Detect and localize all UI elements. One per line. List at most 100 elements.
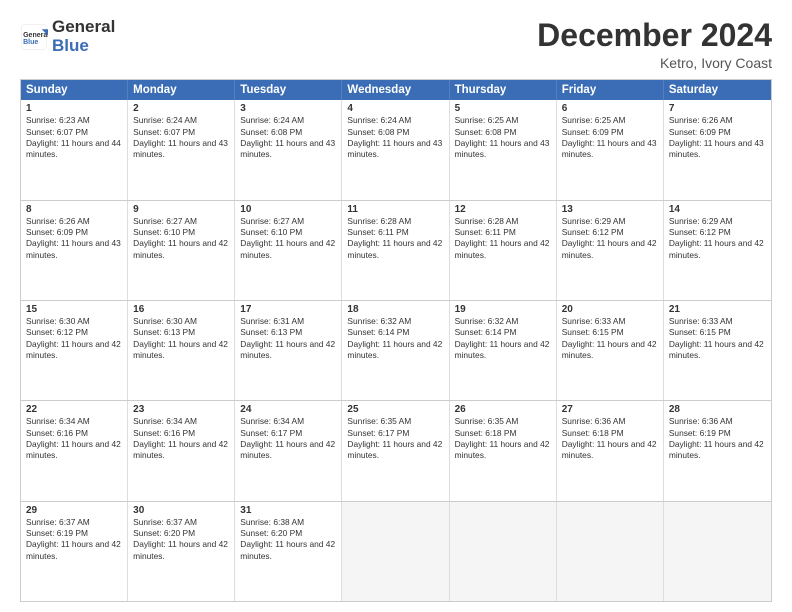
calendar-day: 14Sunrise: 6:29 AMSunset: 6:12 PMDayligh… — [664, 201, 771, 300]
day-info: Sunrise: 6:31 AMSunset: 6:13 PMDaylight:… — [240, 316, 336, 361]
day-number: 16 — [133, 304, 229, 315]
logo: General Blue General Blue — [20, 18, 115, 55]
svg-text:General: General — [23, 32, 48, 39]
day-info: Sunrise: 6:24 AMSunset: 6:08 PMDaylight:… — [240, 115, 336, 160]
calendar-day: 8Sunrise: 6:26 AMSunset: 6:09 PMDaylight… — [21, 201, 128, 300]
calendar-day-empty — [557, 502, 664, 601]
day-number: 4 — [347, 103, 443, 114]
day-number: 15 — [26, 304, 122, 315]
day-info: Sunrise: 6:24 AMSunset: 6:07 PMDaylight:… — [133, 115, 229, 160]
day-info: Sunrise: 6:29 AMSunset: 6:12 PMDaylight:… — [562, 216, 658, 261]
calendar-day: 29Sunrise: 6:37 AMSunset: 6:19 PMDayligh… — [21, 502, 128, 601]
day-info: Sunrise: 6:29 AMSunset: 6:12 PMDaylight:… — [669, 216, 766, 261]
day-number: 21 — [669, 304, 766, 315]
day-info: Sunrise: 6:30 AMSunset: 6:13 PMDaylight:… — [133, 316, 229, 361]
day-number: 1 — [26, 103, 122, 114]
day-number: 17 — [240, 304, 336, 315]
calendar-day: 30Sunrise: 6:37 AMSunset: 6:20 PMDayligh… — [128, 502, 235, 601]
day-number: 20 — [562, 304, 658, 315]
day-info: Sunrise: 6:25 AMSunset: 6:08 PMDaylight:… — [455, 115, 551, 160]
calendar-header-cell: Thursday — [450, 80, 557, 100]
calendar-day-empty — [342, 502, 449, 601]
day-number: 24 — [240, 404, 336, 415]
day-info: Sunrise: 6:26 AMSunset: 6:09 PMDaylight:… — [669, 115, 766, 160]
day-info: Sunrise: 6:33 AMSunset: 6:15 PMDaylight:… — [669, 316, 766, 361]
day-info: Sunrise: 6:36 AMSunset: 6:18 PMDaylight:… — [562, 416, 658, 461]
svg-text:Blue: Blue — [23, 39, 38, 46]
calendar-day: 11Sunrise: 6:28 AMSunset: 6:11 PMDayligh… — [342, 201, 449, 300]
calendar-day: 21Sunrise: 6:33 AMSunset: 6:15 PMDayligh… — [664, 301, 771, 400]
calendar-day: 25Sunrise: 6:35 AMSunset: 6:17 PMDayligh… — [342, 401, 449, 500]
day-info: Sunrise: 6:36 AMSunset: 6:19 PMDaylight:… — [669, 416, 766, 461]
page: General Blue General Blue December 2024 … — [0, 0, 792, 612]
day-number: 6 — [562, 103, 658, 114]
day-info: Sunrise: 6:28 AMSunset: 6:11 PMDaylight:… — [347, 216, 443, 261]
day-number: 27 — [562, 404, 658, 415]
calendar-day: 4Sunrise: 6:24 AMSunset: 6:08 PMDaylight… — [342, 100, 449, 199]
calendar-header-cell: Saturday — [664, 80, 771, 100]
day-number: 10 — [240, 204, 336, 215]
day-number: 18 — [347, 304, 443, 315]
main-title: December 2024 — [537, 18, 772, 53]
calendar-header-cell: Tuesday — [235, 80, 342, 100]
calendar-week: 8Sunrise: 6:26 AMSunset: 6:09 PMDaylight… — [21, 200, 771, 300]
day-info: Sunrise: 6:28 AMSunset: 6:11 PMDaylight:… — [455, 216, 551, 261]
calendar-body: 1Sunrise: 6:23 AMSunset: 6:07 PMDaylight… — [21, 100, 771, 601]
calendar-header-cell: Friday — [557, 80, 664, 100]
day-info: Sunrise: 6:32 AMSunset: 6:14 PMDaylight:… — [455, 316, 551, 361]
calendar-day: 7Sunrise: 6:26 AMSunset: 6:09 PMDaylight… — [664, 100, 771, 199]
day-number: 14 — [669, 204, 766, 215]
day-info: Sunrise: 6:34 AMSunset: 6:17 PMDaylight:… — [240, 416, 336, 461]
calendar-week: 22 Sunrise: 6:34 AMSunset: 6:16 PMDayligh… — [21, 400, 771, 500]
calendar-day: 26Sunrise: 6:35 AMSunset: 6:18 PMDayligh… — [450, 401, 557, 500]
day-number: 9 — [133, 204, 229, 215]
calendar-day: 27Sunrise: 6:36 AMSunset: 6:18 PMDayligh… — [557, 401, 664, 500]
subtitle: Ketro, Ivory Coast — [537, 55, 772, 71]
day-info: Sunrise: 6:26 AMSunset: 6:09 PMDaylight:… — [26, 216, 122, 261]
day-number: 8 — [26, 204, 122, 215]
day-info: Sunrise: 6:27 AMSunset: 6:10 PMDaylight:… — [240, 216, 336, 261]
day-number: 23 — [133, 404, 229, 415]
calendar-day: 5Sunrise: 6:25 AMSunset: 6:08 PMDaylight… — [450, 100, 557, 199]
day-info: Sunrise: 6:38 AMSunset: 6:20 PMDaylight:… — [240, 517, 336, 562]
calendar-header-cell: Sunday — [21, 80, 128, 100]
calendar-week: 29Sunrise: 6:37 AMSunset: 6:19 PMDayligh… — [21, 501, 771, 601]
calendar-day: 17Sunrise: 6:31 AMSunset: 6:13 PMDayligh… — [235, 301, 342, 400]
day-info: Sunrise: 6:23 AMSunset: 6:07 PMDaylight:… — [26, 115, 122, 160]
day-info: Sunrise: 6:32 AMSunset: 6:14 PMDaylight:… — [347, 316, 443, 361]
day-number: 13 — [562, 204, 658, 215]
calendar-day-empty — [450, 502, 557, 601]
calendar-day: 20Sunrise: 6:33 AMSunset: 6:15 PMDayligh… — [557, 301, 664, 400]
day-number: 22 — [26, 404, 122, 415]
day-number: 29 — [26, 505, 122, 516]
calendar-week: 15Sunrise: 6:30 AMSunset: 6:12 PMDayligh… — [21, 300, 771, 400]
calendar-day: 9Sunrise: 6:27 AMSunset: 6:10 PMDaylight… — [128, 201, 235, 300]
day-info: Sunrise: 6:27 AMSunset: 6:10 PMDaylight:… — [133, 216, 229, 261]
calendar-header: SundayMondayTuesdayWednesdayThursdayFrid… — [21, 80, 771, 100]
day-number: 19 — [455, 304, 551, 315]
calendar: SundayMondayTuesdayWednesdayThursdayFrid… — [20, 79, 772, 602]
calendar-day: 24Sunrise: 6:34 AMSunset: 6:17 PMDayligh… — [235, 401, 342, 500]
day-number: 31 — [240, 505, 336, 516]
calendar-day: 12Sunrise: 6:28 AMSunset: 6:11 PMDayligh… — [450, 201, 557, 300]
day-number: 25 — [347, 404, 443, 415]
calendar-day: 1Sunrise: 6:23 AMSunset: 6:07 PMDaylight… — [21, 100, 128, 199]
title-block: December 2024 Ketro, Ivory Coast — [537, 18, 772, 71]
day-info: Sunrise: 6:33 AMSunset: 6:15 PMDaylight:… — [562, 316, 658, 361]
day-info: Sunrise: 6:25 AMSunset: 6:09 PMDaylight:… — [562, 115, 658, 160]
calendar-header-cell: Wednesday — [342, 80, 449, 100]
logo-icon: General Blue — [20, 23, 48, 51]
day-info: Sunrise: 6:34 AMSunset: 6:16 PMDaylight:… — [133, 416, 229, 461]
calendar-day: 28Sunrise: 6:36 AMSunset: 6:19 PMDayligh… — [664, 401, 771, 500]
calendar-day: 23Sunrise: 6:34 AMSunset: 6:16 PMDayligh… — [128, 401, 235, 500]
day-info: Sunrise: 6:37 AMSunset: 6:19 PMDaylight:… — [26, 517, 122, 562]
day-number: 28 — [669, 404, 766, 415]
day-number: 12 — [455, 204, 551, 215]
day-info: Sunrise: 6:35 AMSunset: 6:17 PMDaylight:… — [347, 416, 443, 461]
calendar-day: 3Sunrise: 6:24 AMSunset: 6:08 PMDaylight… — [235, 100, 342, 199]
day-number: 3 — [240, 103, 336, 114]
calendar-day: 16Sunrise: 6:30 AMSunset: 6:13 PMDayligh… — [128, 301, 235, 400]
day-number: 26 — [455, 404, 551, 415]
calendar-week: 1Sunrise: 6:23 AMSunset: 6:07 PMDaylight… — [21, 100, 771, 199]
day-info: Sunrise: 6:30 AMSunset: 6:12 PMDaylight:… — [26, 316, 122, 361]
